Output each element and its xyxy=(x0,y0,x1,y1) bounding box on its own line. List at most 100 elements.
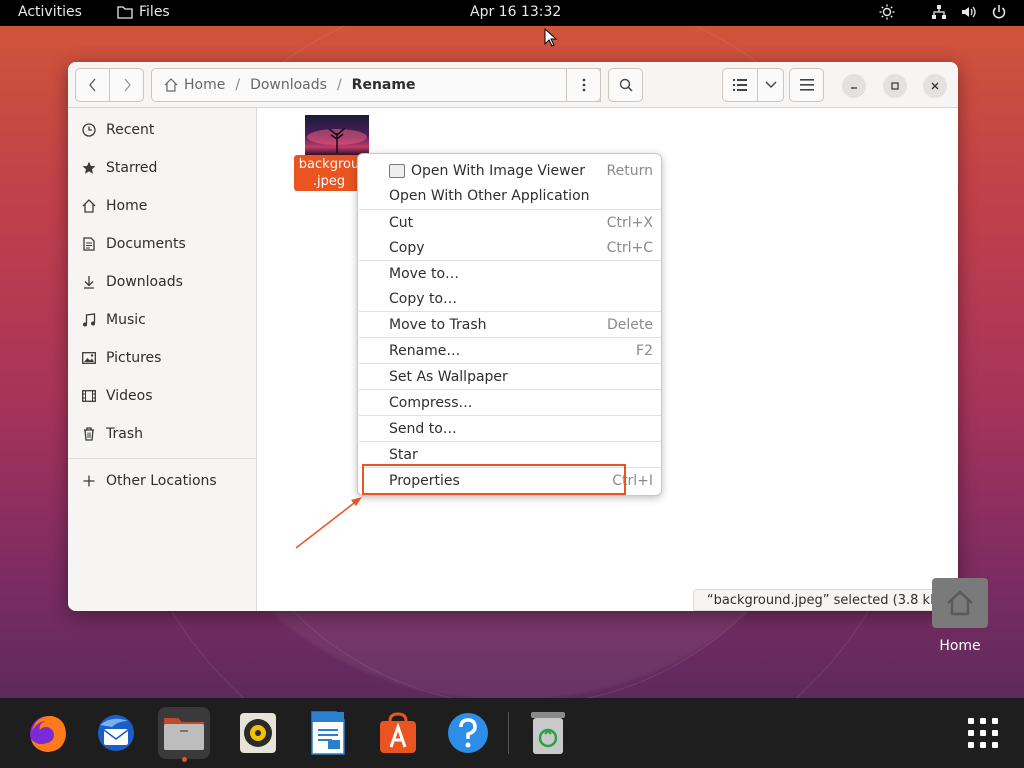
menu-item-label: Send to… xyxy=(389,420,457,437)
path-menu-button[interactable] xyxy=(566,68,601,102)
sidebar-item-music[interactable]: Music xyxy=(68,304,257,336)
menu-item-label: Cut xyxy=(389,214,414,231)
breadcrumb-home-label: Home xyxy=(184,77,226,93)
sidebar-item-label: Other Locations xyxy=(106,473,217,489)
file-name-label[interactable]: backgrou .jpeg xyxy=(294,155,364,191)
file-thumbnail[interactable] xyxy=(305,115,369,155)
sidebar-item-label: Home xyxy=(106,198,148,214)
app-menu[interactable]: Files xyxy=(117,4,170,20)
main-menu-button[interactable] xyxy=(789,68,824,102)
star-icon xyxy=(81,160,97,176)
folder-icon xyxy=(117,6,133,19)
back-button[interactable] xyxy=(75,68,110,102)
top-bar: Activities Files Apr 16 13:32 xyxy=(0,0,1024,26)
sidebar-item-label: Recent xyxy=(106,122,155,138)
breadcrumb-current[interactable]: Rename xyxy=(352,77,416,93)
minimize-button[interactable] xyxy=(842,74,866,98)
menu-item-set-wallpaper[interactable]: Set As Wallpaper xyxy=(359,364,661,389)
menu-item-label: Open With Image Viewer xyxy=(411,162,585,179)
dock-firefox[interactable] xyxy=(22,707,74,759)
dock xyxy=(0,698,1024,768)
menu-item-open-image-viewer[interactable]: Open With Image Viewer Return xyxy=(359,158,661,183)
sidebar-item-label: Downloads xyxy=(106,274,183,290)
breadcrumb-downloads[interactable]: Downloads xyxy=(250,77,327,93)
brightness-icon[interactable] xyxy=(878,3,896,21)
menu-item-label: Copy xyxy=(389,239,425,256)
power-icon[interactable] xyxy=(990,3,1008,21)
menu-item-label: Copy to… xyxy=(389,290,458,307)
view-list-button[interactable] xyxy=(722,68,758,102)
sidebar-item-videos[interactable]: Videos xyxy=(68,380,257,412)
video-icon xyxy=(81,388,97,404)
dock-separator xyxy=(508,712,509,754)
dock-help[interactable] xyxy=(442,707,494,759)
list-view-icon xyxy=(733,79,747,91)
menu-item-send-to[interactable]: Send to… xyxy=(359,416,661,441)
music-icon xyxy=(81,312,97,328)
dock-trash[interactable] xyxy=(522,707,574,759)
sidebar-item-home[interactable]: Home xyxy=(68,190,257,222)
network-icon[interactable] xyxy=(930,3,948,21)
help-icon xyxy=(448,713,488,753)
home-folder-icon xyxy=(932,578,988,628)
breadcrumb-separator: / xyxy=(235,77,241,93)
header-bar: Home / Downloads / Rename xyxy=(68,62,958,108)
sidebar-item-label: Videos xyxy=(106,388,153,404)
menu-item-compress[interactable]: Compress… xyxy=(359,390,661,415)
maximize-icon xyxy=(891,82,899,90)
software-icon xyxy=(380,712,416,753)
menu-item-label: Set As Wallpaper xyxy=(389,368,508,385)
menu-item-label: Move to Trash xyxy=(389,316,487,333)
chevron-right-icon xyxy=(124,78,131,92)
sidebar-item-documents[interactable]: Documents xyxy=(68,228,257,260)
menu-item-move-to[interactable]: Move to… xyxy=(359,261,661,286)
menu-item-shortcut: Delete xyxy=(607,316,653,333)
menu-item-open-other-app[interactable]: Open With Other Application xyxy=(359,183,661,208)
menu-item-copy[interactable]: Copy Ctrl+C xyxy=(359,235,661,260)
forward-button[interactable] xyxy=(109,68,144,102)
path-bar: Home / Downloads / Rename xyxy=(151,68,601,102)
sidebar-item-starred[interactable]: Starred xyxy=(68,152,257,184)
sidebar: Recent Starred Home Documents Downloads … xyxy=(68,108,257,611)
app-menu-label: Files xyxy=(139,4,170,20)
menu-item-label: Compress… xyxy=(389,394,473,411)
system-tray[interactable] xyxy=(878,3,1008,21)
annotation-arrow-icon xyxy=(295,497,362,549)
file-name-line: .jpeg xyxy=(312,174,346,189)
view-options-button[interactable] xyxy=(757,68,784,102)
clock[interactable]: Apr 16 13:32 xyxy=(470,4,561,20)
search-button[interactable] xyxy=(608,68,643,102)
menu-item-cut[interactable]: Cut Ctrl+X xyxy=(359,210,661,235)
trash-icon xyxy=(531,712,565,754)
menu-item-label: Move to… xyxy=(389,265,460,282)
sidebar-item-downloads[interactable]: Downloads xyxy=(68,266,257,298)
menu-item-rename[interactable]: Rename… F2 xyxy=(359,338,661,363)
volume-icon[interactable] xyxy=(960,3,978,21)
dock-writer[interactable] xyxy=(302,707,354,759)
activities-button[interactable]: Activities xyxy=(18,4,82,20)
sidebar-item-trash[interactable]: Trash xyxy=(68,418,257,450)
maximize-button[interactable] xyxy=(883,74,907,98)
dock-software[interactable] xyxy=(372,707,424,759)
dock-rhythmbox[interactable] xyxy=(232,707,284,759)
chevron-down-icon xyxy=(765,81,776,88)
menu-item-shortcut: Ctrl+C xyxy=(606,239,653,256)
dock-show-applications[interactable] xyxy=(957,707,1009,759)
sidebar-item-label: Trash xyxy=(106,426,143,442)
context-menu: Open With Image Viewer Return Open With … xyxy=(357,153,662,496)
sidebar-item-pictures[interactable]: Pictures xyxy=(68,342,257,374)
menu-item-copy-to[interactable]: Copy to… xyxy=(359,286,661,311)
dock-thunderbird[interactable] xyxy=(90,707,142,759)
document-icon xyxy=(81,236,97,252)
sidebar-divider xyxy=(68,458,257,459)
sidebar-item-other-locations[interactable]: Other Locations xyxy=(68,465,257,497)
breadcrumb-home[interactable]: Home xyxy=(164,77,225,93)
close-button[interactable] xyxy=(923,74,947,98)
desktop-home-shortcut[interactable]: Home xyxy=(930,578,990,658)
sidebar-item-recent[interactable]: Recent xyxy=(68,114,257,146)
desktop-home-label: Home xyxy=(939,638,981,654)
menu-item-move-to-trash[interactable]: Move to Trash Delete xyxy=(359,312,661,337)
file-name-line: backgrou xyxy=(298,157,360,172)
dock-files[interactable] xyxy=(158,707,210,762)
rhythmbox-icon xyxy=(240,713,276,753)
